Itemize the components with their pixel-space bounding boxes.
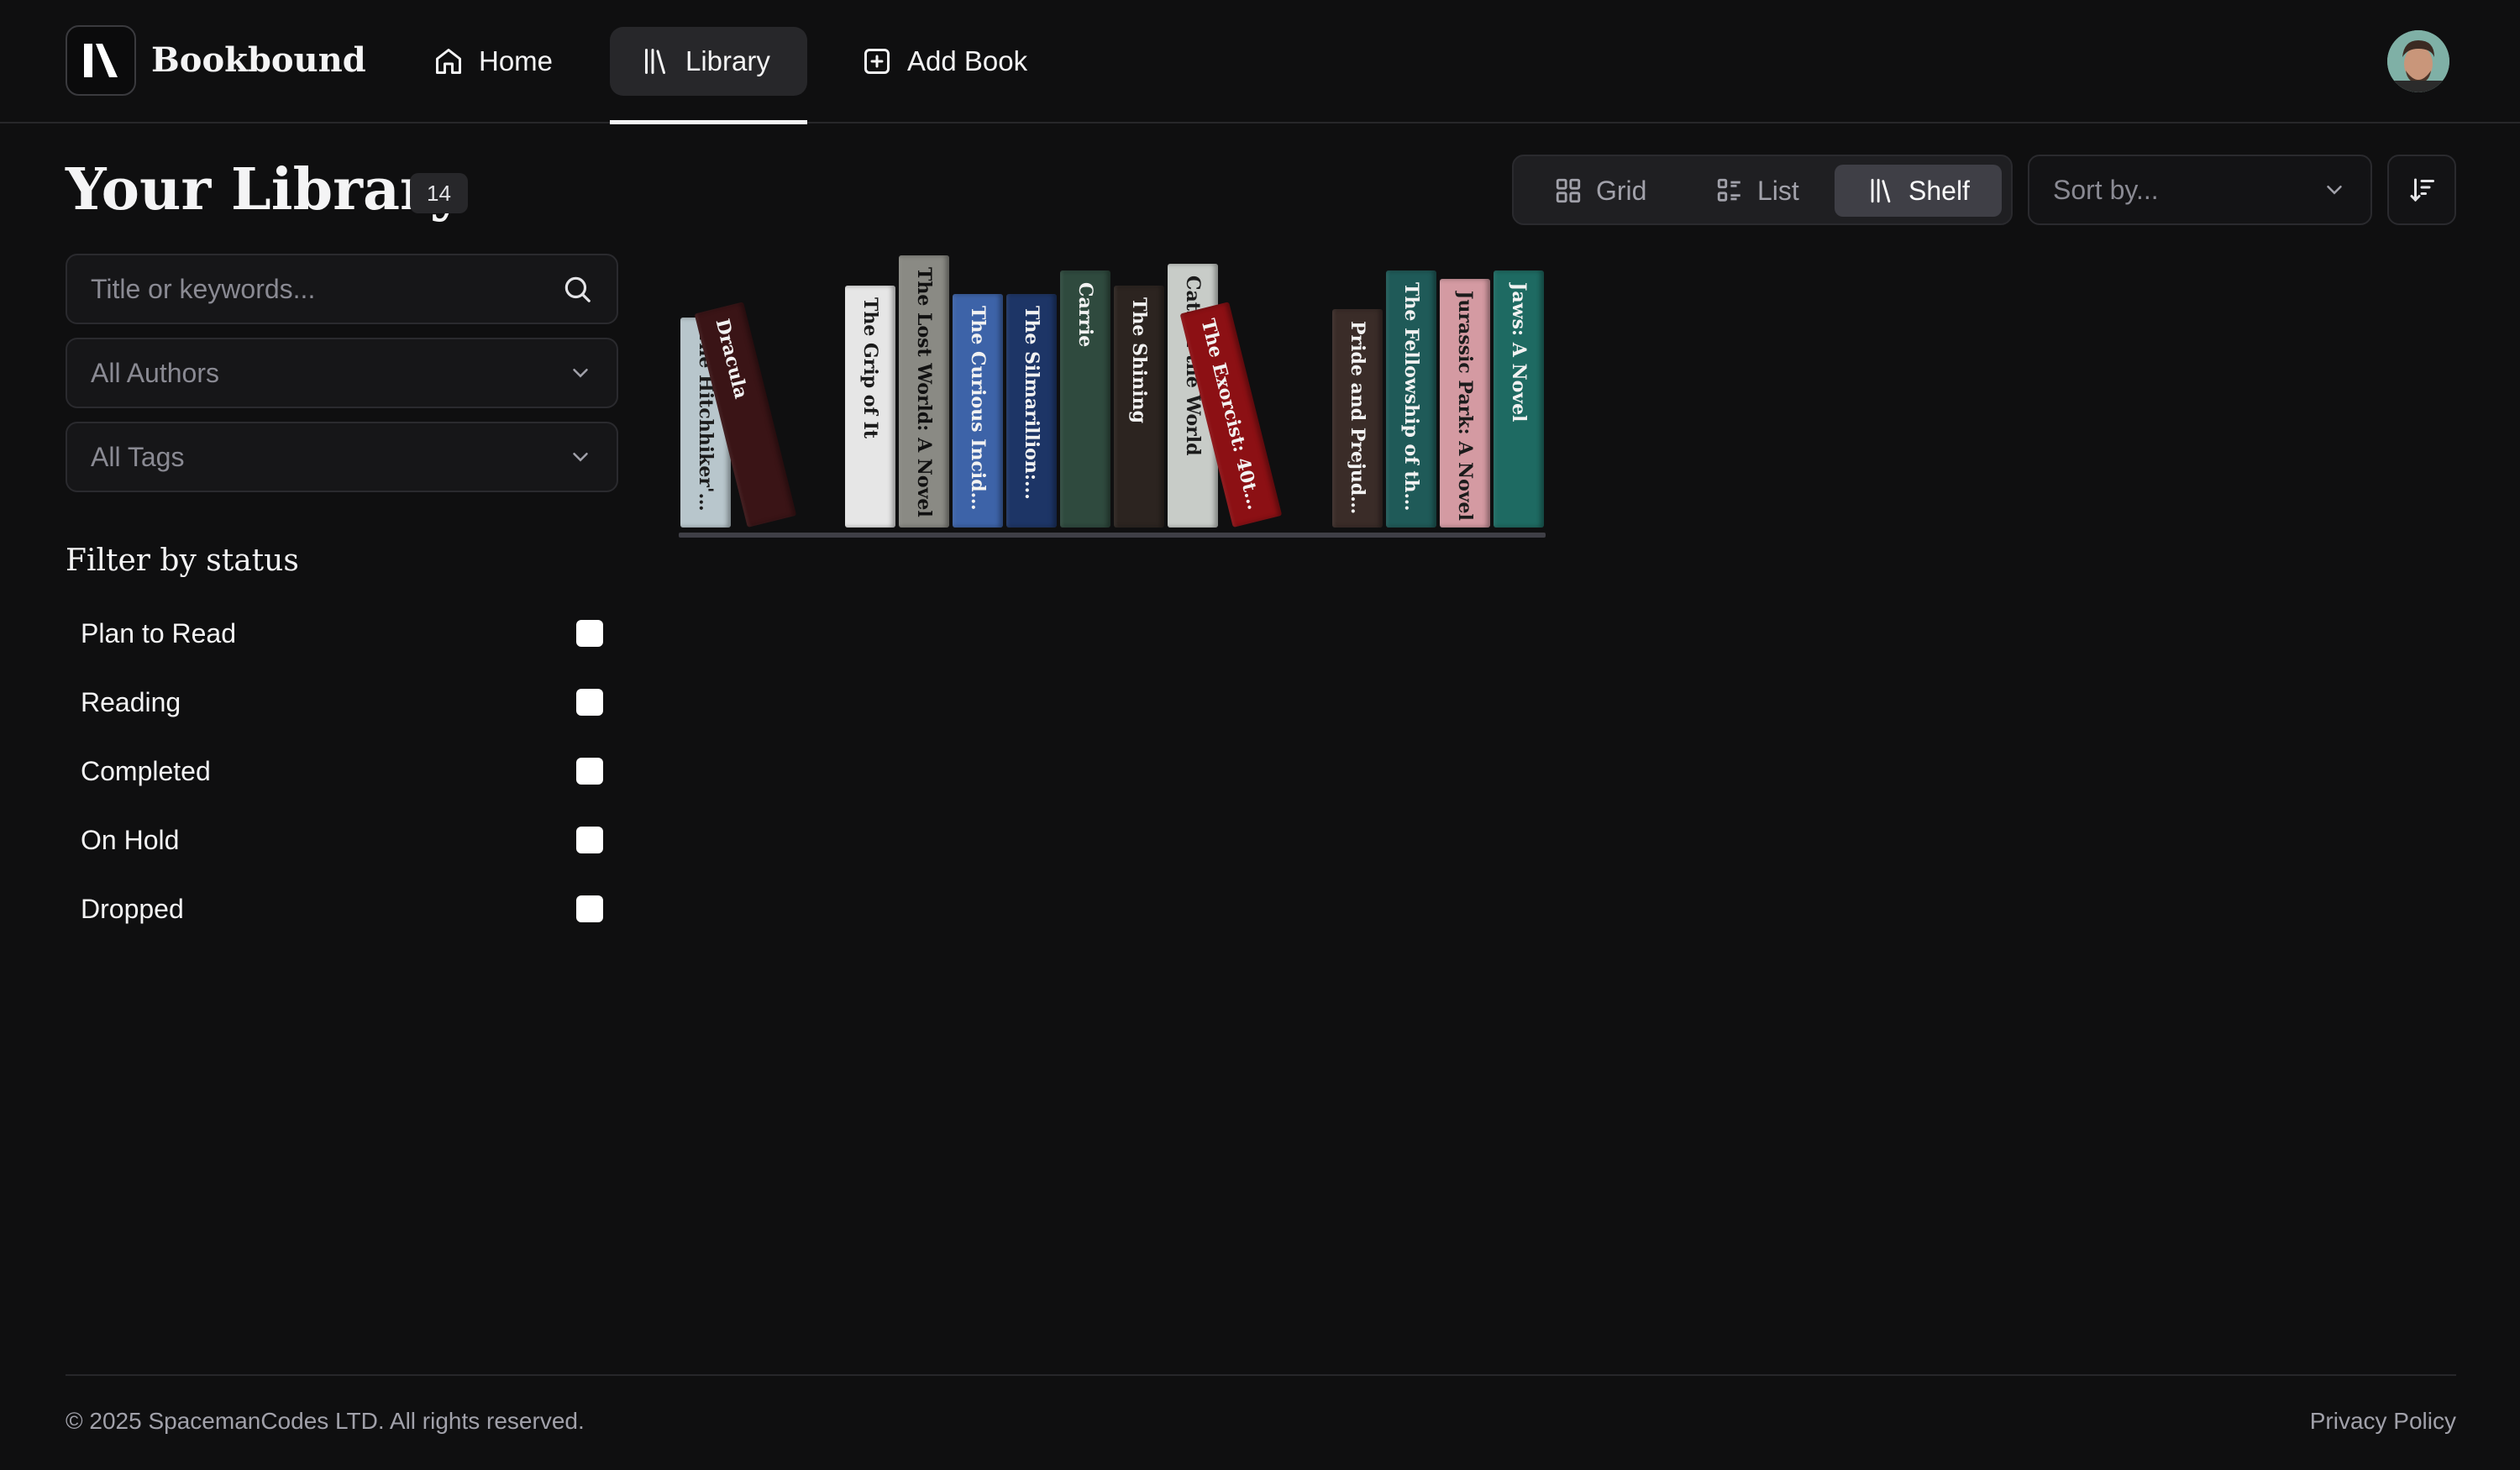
bookshelf: The Hitchhiker's... Dracula The Grip of … <box>679 252 1546 538</box>
book-spine[interactable]: The Grip of It <box>845 286 895 528</box>
view-shelf-button[interactable]: Shelf <box>1835 165 2002 217</box>
book-spine-title: The Shining <box>1128 297 1150 423</box>
footer-divider <box>66 1374 2456 1376</box>
book-spine[interactable]: The Curious Inciden... <box>953 294 1003 528</box>
authors-select-value: All Authors <box>91 357 219 388</box>
sort-descending-icon <box>2410 178 2434 202</box>
status-label: On Hold <box>81 824 180 855</box>
book-spine-title: The Silmarillion:... <box>1021 306 1042 500</box>
avatar-image <box>2387 30 2449 92</box>
nav-library[interactable]: Library <box>610 27 807 96</box>
book-spine[interactable]: The Silmarillion:... <box>1006 294 1057 528</box>
grid-icon <box>1556 178 1581 203</box>
status-filter-dropped[interactable]: Dropped <box>81 884 603 934</box>
status-label: Reading <box>81 686 181 717</box>
status-checkbox[interactable] <box>576 689 603 716</box>
list-icon <box>1717 178 1740 202</box>
book-spine[interactable]: Carrie <box>1060 270 1110 528</box>
view-list-label: List <box>1757 175 1799 206</box>
view-toggle-group: Grid List Shelf <box>1512 155 2013 225</box>
book-spine-title: Jurassic Park: A Novel <box>1454 291 1476 521</box>
view-list-button[interactable]: List <box>1683 165 1831 217</box>
shelf-icon <box>1871 178 1891 203</box>
chevron-down-icon <box>573 369 588 378</box>
library-icon <box>645 49 665 74</box>
chevron-down-icon <box>573 453 588 462</box>
home-icon <box>436 49 461 74</box>
plus-square-icon <box>864 49 890 74</box>
status-label: Completed <box>81 755 211 786</box>
filter-status-heading: Filter by status <box>66 543 299 578</box>
footer-copyright: © 2025 SpacemanCodes LTD. All rights res… <box>66 1408 585 1434</box>
status-checkbox[interactable] <box>576 620 603 647</box>
book-spine[interactable]: Jaws: A Novel <box>1494 270 1544 528</box>
status-filter-reading[interactable]: Reading <box>81 677 603 727</box>
logo-mark-icon <box>84 44 118 77</box>
nav-add-book-label: Add Book <box>907 45 1028 76</box>
page-title: Your Library <box>66 156 464 223</box>
status-label: Plan to Read <box>81 617 237 648</box>
search-icon[interactable] <box>561 273 593 305</box>
status-label: Dropped <box>81 893 184 924</box>
book-spine[interactable]: Jurassic Park: A Novel <box>1440 279 1490 528</box>
book-count-badge: 14 <box>410 173 468 213</box>
tags-select-value: All Tags <box>91 441 185 472</box>
sort-select[interactable]: Sort by... <box>2028 155 2372 225</box>
status-checkbox[interactable] <box>576 827 603 853</box>
book-spine[interactable]: Pride and Prejudic... <box>1332 309 1383 528</box>
book-spine[interactable]: The Lost World: A Novel <box>899 255 949 528</box>
bookbound-logo[interactable] <box>66 25 136 96</box>
status-filter-completed[interactable]: Completed <box>81 746 603 796</box>
tags-select[interactable]: All Tags <box>66 422 618 492</box>
status-checkbox[interactable] <box>576 895 603 922</box>
privacy-policy-link[interactable]: Privacy Policy <box>2310 1408 2456 1435</box>
user-avatar[interactable] <box>2387 30 2449 92</box>
book-spine-title: Pride and Prejudic... <box>1347 321 1368 521</box>
book-spine[interactable]: The Shining <box>1114 286 1164 528</box>
nav-home-label: Home <box>479 45 554 76</box>
nav-home[interactable]: Home <box>403 27 583 96</box>
authors-select[interactable]: All Authors <box>66 338 618 408</box>
view-shelf-label: Shelf <box>1908 175 1970 206</box>
book-spine-title: Carrie <box>1074 282 1096 348</box>
status-checkbox[interactable] <box>576 758 603 785</box>
view-grid-label: Grid <box>1596 175 1647 206</box>
book-spine-title: The Fellowship of the... <box>1400 282 1422 521</box>
sort-select-placeholder: Sort by... <box>2053 174 2159 205</box>
book-spine-title: Jaws: A Novel <box>1508 282 1530 423</box>
book-spine-title: The Curious Inciden... <box>967 306 989 521</box>
book-spine-title: The Lost World: A Novel <box>913 267 935 517</box>
view-grid-button[interactable]: Grid <box>1522 165 1678 217</box>
top-navbar: Bookbound Home Library Add Book <box>0 0 2520 124</box>
chevron-down-icon <box>2327 186 2342 195</box>
status-filter-on-hold[interactable]: On Hold <box>81 815 603 865</box>
active-nav-indicator <box>610 120 807 124</box>
search-field[interactable]: Title or keywords... <box>66 254 618 324</box>
sort-direction-button[interactable] <box>2387 155 2456 225</box>
nav-add-book[interactable]: Add Book <box>832 27 1058 96</box>
shelf-board <box>679 533 1546 538</box>
nav-library-label: Library <box>685 45 770 76</box>
book-spine-title: Dracula <box>711 316 753 402</box>
book-spine[interactable]: The Fellowship of the... <box>1386 270 1436 528</box>
brand-name[interactable]: Bookbound <box>151 37 366 84</box>
search-input[interactable]: Title or keywords... <box>91 274 315 305</box>
book-spine-title: The Grip of It <box>859 297 881 439</box>
status-filter-plan-to-read[interactable]: Plan to Read <box>81 608 603 659</box>
